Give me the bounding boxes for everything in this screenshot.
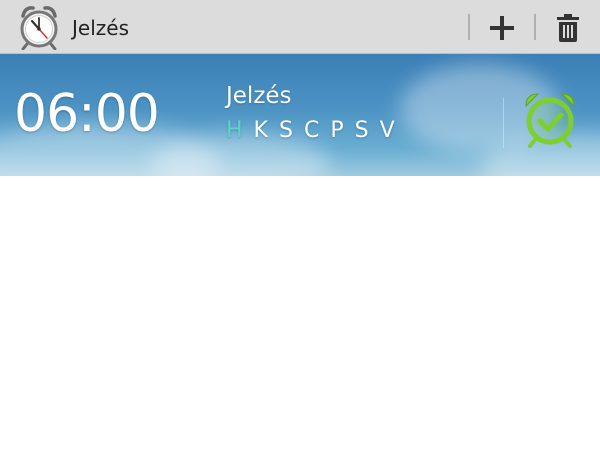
day-monday: H bbox=[226, 118, 243, 143]
action-divider bbox=[468, 14, 470, 40]
alarm-toggle-button[interactable] bbox=[520, 88, 580, 148]
action-divider bbox=[534, 14, 536, 40]
plus-icon bbox=[490, 16, 514, 40]
repeat-days: H K S C P S V bbox=[226, 116, 395, 146]
action-bar: Jelzés bbox=[0, 0, 600, 54]
row-divider bbox=[503, 98, 504, 148]
alarm-clock-icon[interactable] bbox=[17, 4, 61, 51]
add-alarm-button[interactable] bbox=[482, 8, 522, 48]
day-tuesday: K bbox=[253, 118, 268, 143]
alarm-time: 06:00 bbox=[14, 84, 160, 144]
trash-icon bbox=[557, 14, 579, 42]
alarm-list-item[interactable]: 06:00 Jelzés H K S C P S V bbox=[0, 54, 600, 176]
day-wednesday: S bbox=[278, 118, 293, 143]
app-title: Jelzés bbox=[72, 16, 129, 40]
alarm-label: Jelzés bbox=[226, 83, 292, 109]
day-friday: P bbox=[330, 118, 344, 143]
day-sunday: V bbox=[379, 118, 395, 143]
day-saturday: S bbox=[354, 118, 369, 143]
day-thursday: C bbox=[303, 118, 320, 143]
alarm-check-icon bbox=[525, 93, 575, 148]
delete-alarm-button[interactable] bbox=[548, 8, 588, 48]
